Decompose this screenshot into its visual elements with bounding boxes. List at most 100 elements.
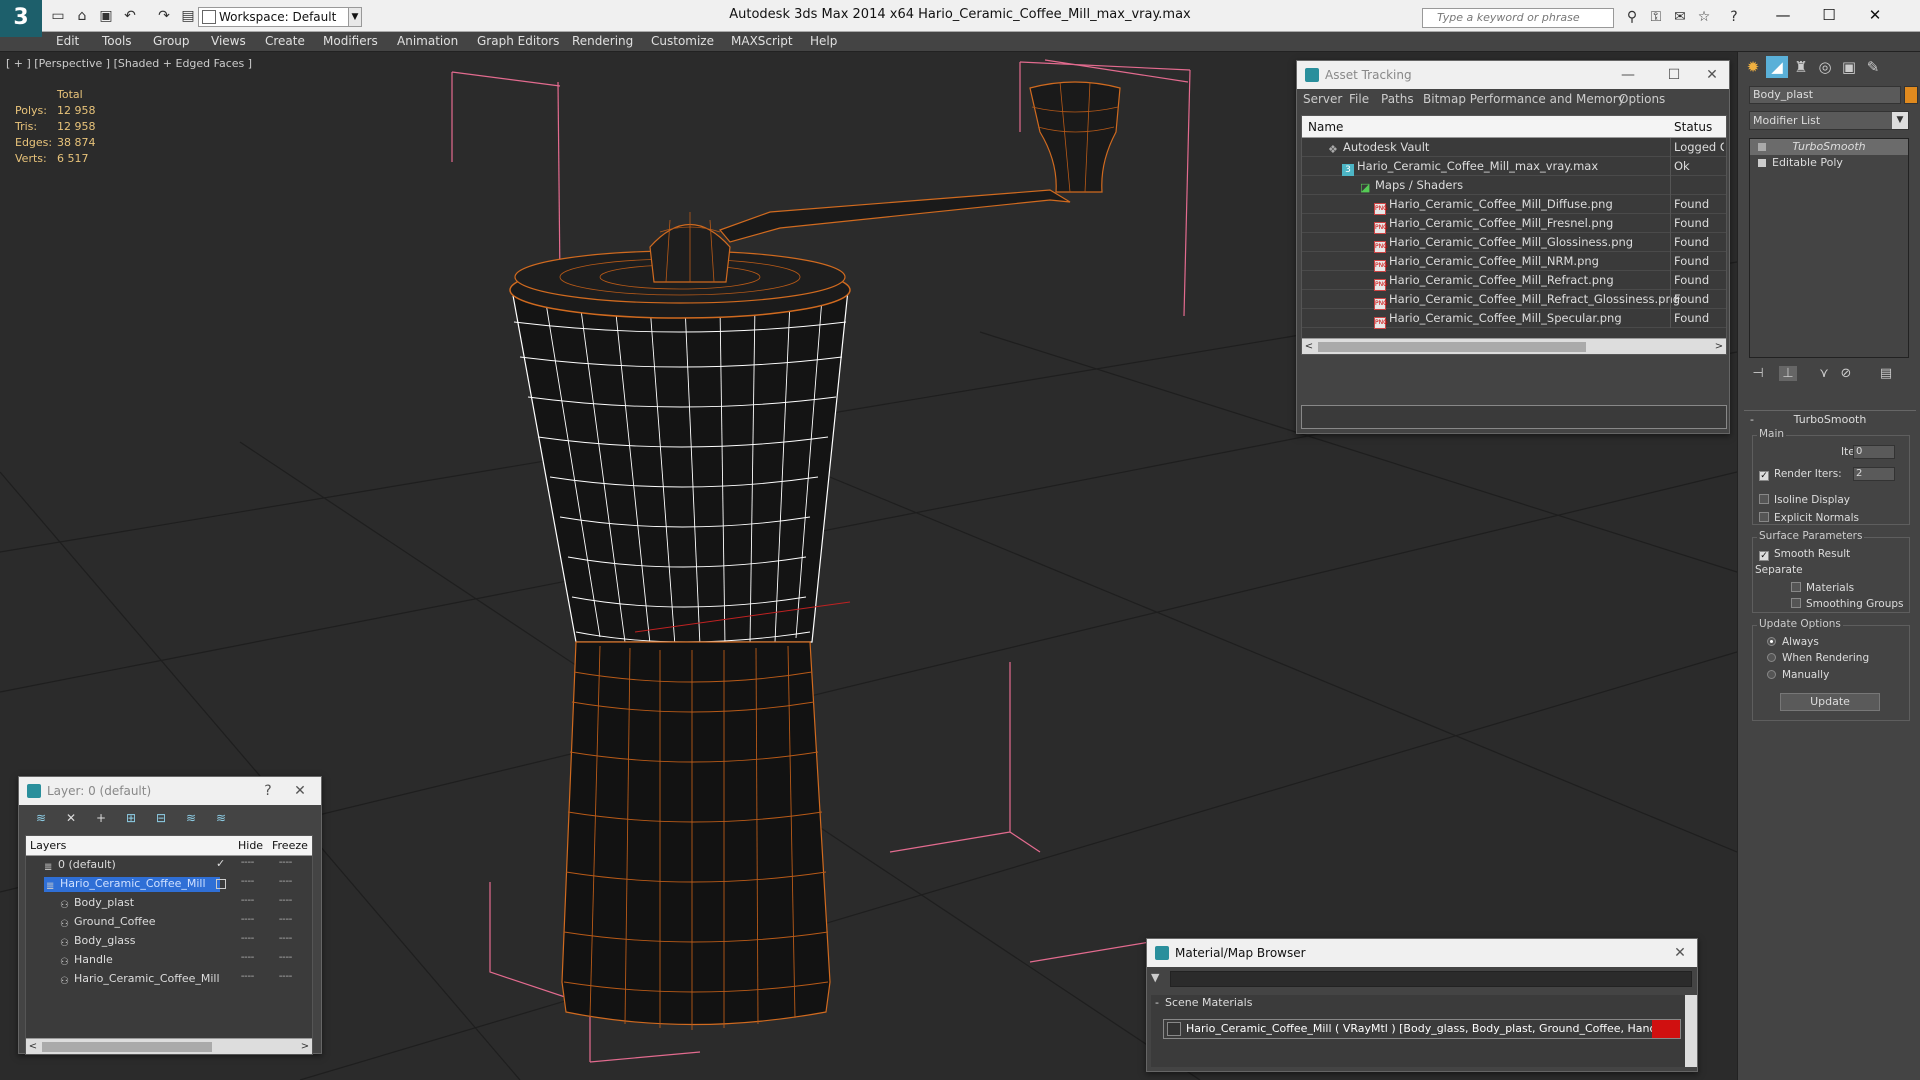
make-unique-icon[interactable]: ⋎ [1815,366,1833,381]
hide-toggle[interactable]: ╌╌ [241,875,254,888]
isoline-option[interactable]: Isoline Display [1759,494,1850,506]
menu-tools[interactable]: Tools [102,34,132,48]
asset-path-field[interactable] [1301,405,1727,429]
radio-icon[interactable] [1767,670,1776,679]
minimize-button[interactable]: — [1760,0,1806,30]
display-tab-icon[interactable]: ▣ [1838,56,1860,78]
radio-icon[interactable] [1767,653,1776,662]
menu-bitmap-performance[interactable]: Bitmap Performance and Memory [1423,92,1625,106]
menu-modifiers[interactable]: Modifiers [323,34,378,48]
scroll-left-icon[interactable]: < [1302,339,1316,354]
create-layer-icon[interactable]: ≋ [33,810,49,826]
binoculars-icon[interactable]: ⚲ [1624,9,1640,25]
material-browser-titlebar[interactable]: Material/Map Browser ✕ [1147,939,1697,967]
horizontal-scrollbar[interactable]: < > [1302,338,1726,354]
select-objects-icon[interactable]: ⊞ [123,810,139,826]
close-button[interactable]: ✕ [1852,0,1898,30]
create-tab-icon[interactable]: ✹ [1742,56,1764,78]
hide-toggle[interactable]: ╌╌ [241,894,254,907]
light-bulb-icon[interactable] [1758,143,1766,151]
checkbox-checked-icon[interactable]: ✓ [1759,471,1769,481]
menu-create[interactable]: Create [265,34,305,48]
scene-materials-header[interactable]: - Scene Materials [1151,995,1685,1011]
checkmark-icon[interactable]: ✓ [216,857,225,870]
table-row[interactable]: ◪ Maps / Shaders [1302,176,1726,195]
filter-options-icon[interactable]: ▼ [1151,971,1159,984]
stack-item-editable-poly[interactable]: Editable Poly [1750,155,1908,171]
menu-edit[interactable]: Edit [56,34,79,48]
new-file-icon[interactable]: ▭ [50,8,66,24]
menu-rendering[interactable]: Rendering [572,34,633,48]
project-folder-icon[interactable]: ▤ [180,8,196,24]
stack-item-turbosmooth[interactable]: TurboSmooth [1750,139,1908,155]
table-row[interactable]: PNGHario_Ceramic_Coffee_Mill_Specular.pn… [1302,309,1726,329]
add-to-layer-icon[interactable]: + [93,810,109,826]
close-button[interactable]: ✕ [1697,61,1727,89]
always-option[interactable]: Always [1767,636,1819,648]
help-icon[interactable]: ? [253,777,283,805]
help-icon[interactable]: ? [1726,9,1742,25]
asset-tracking-titlebar[interactable]: Asset Tracking — ☐ ✕ [1297,61,1729,89]
show-end-result-icon[interactable]: ⊥ [1779,366,1797,381]
save-icon[interactable]: ▣ [98,8,114,24]
freeze-toggle[interactable]: ╌╌ [279,932,292,945]
motion-tab-icon[interactable]: ◎ [1814,56,1836,78]
col-hide[interactable]: Hide [238,839,263,852]
col-layers[interactable]: Layers [30,839,66,852]
freeze-toggle[interactable]: ╌╌ [279,913,292,926]
freeze-toggle[interactable]: ╌╌ [279,856,292,869]
menu-animation[interactable]: Animation [397,34,458,48]
material-search-input[interactable] [1170,971,1692,987]
modifier-list-dropdown[interactable]: Modifier List ▼ [1749,111,1909,130]
smooth-result-option[interactable]: ✓ Smooth Result [1759,548,1850,561]
minimize-button[interactable]: — [1613,61,1643,89]
table-row[interactable]: PNGHario_Ceramic_Coffee_Mill_Glossiness.… [1302,233,1726,253]
redo-icon[interactable]: ↷ [156,8,172,24]
chevron-down-icon[interactable]: ▼ [348,7,362,27]
layer-row[interactable]: ⚇ Body_plast ╌╌ ╌╌ [26,894,312,913]
close-button[interactable]: ✕ [285,777,315,805]
table-row[interactable]: PNGHario_Ceramic_Coffee_Mill_Diffuse.png… [1302,195,1726,215]
communication-icon[interactable]: ✉ [1672,9,1688,25]
table-row[interactable]: PNGHario_Ceramic_Coffee_Mill_Refract_Glo… [1302,290,1726,310]
scroll-right-icon[interactable]: > [298,1039,312,1055]
utilities-tab-icon[interactable]: ✎ [1862,56,1884,78]
app-logo-icon[interactable]: 3 [0,0,42,37]
hide-toggle[interactable]: ╌╌ [241,913,254,926]
modify-tab-icon[interactable]: ◢ [1766,56,1788,78]
checkbox-icon[interactable] [1791,598,1801,608]
manually-option[interactable]: Manually [1767,669,1829,681]
maximize-button[interactable]: ☐ [1659,61,1689,89]
undo-icon[interactable]: ↶ [122,8,138,24]
layer-titlebar[interactable]: Layer: 0 (default) ? ✕ [19,777,321,805]
checkbox-icon[interactable] [1791,582,1801,592]
pin-stack-icon[interactable]: ⊣ [1749,366,1767,381]
table-row[interactable]: ❖ Autodesk Vault Logged Out [1302,138,1726,157]
hide-toggle[interactable]: ╌╌ [241,970,254,983]
freeze-toggle[interactable]: ╌╌ [279,894,292,907]
update-button[interactable]: Update [1780,693,1880,711]
menu-group[interactable]: Group [153,34,190,48]
menu-customize[interactable]: Customize [651,34,714,48]
scrollbar-thumb[interactable] [42,1042,212,1052]
render-iters-spinner[interactable]: 2 [1853,467,1895,481]
freeze-toggle[interactable]: ╌╌ [279,970,292,983]
horizontal-scrollbar[interactable]: < > [26,1038,312,1054]
rollout-title[interactable]: - TurboSmooth [1744,411,1916,429]
checkbox-checked-icon[interactable]: ✓ [1759,551,1769,561]
search-input[interactable]: Type a keyword or phrase [1422,8,1614,28]
menu-file[interactable]: File [1349,92,1369,106]
highlight-layer-icon[interactable]: ⊟ [153,810,169,826]
hide-all-icon[interactable]: ≋ [183,810,199,826]
col-status[interactable]: Status [1674,120,1712,134]
subscription-icon[interactable]: ⚿ [1648,9,1664,25]
hide-toggle[interactable]: ╌╌ [241,951,254,964]
menu-paths[interactable]: Paths [1381,92,1414,106]
open-file-icon[interactable]: ⌂ [74,8,90,24]
viewport-label[interactable]: [ + ] [Perspective ] [Shaded + Edged Fac… [6,57,252,70]
col-name[interactable]: Name [1308,120,1343,134]
configure-sets-icon[interactable]: ▤ [1877,366,1895,381]
when-rendering-option[interactable]: When Rendering [1767,652,1869,664]
current-layer-box[interactable] [216,879,226,889]
menu-graph-editors[interactable]: Graph Editors [477,34,559,48]
